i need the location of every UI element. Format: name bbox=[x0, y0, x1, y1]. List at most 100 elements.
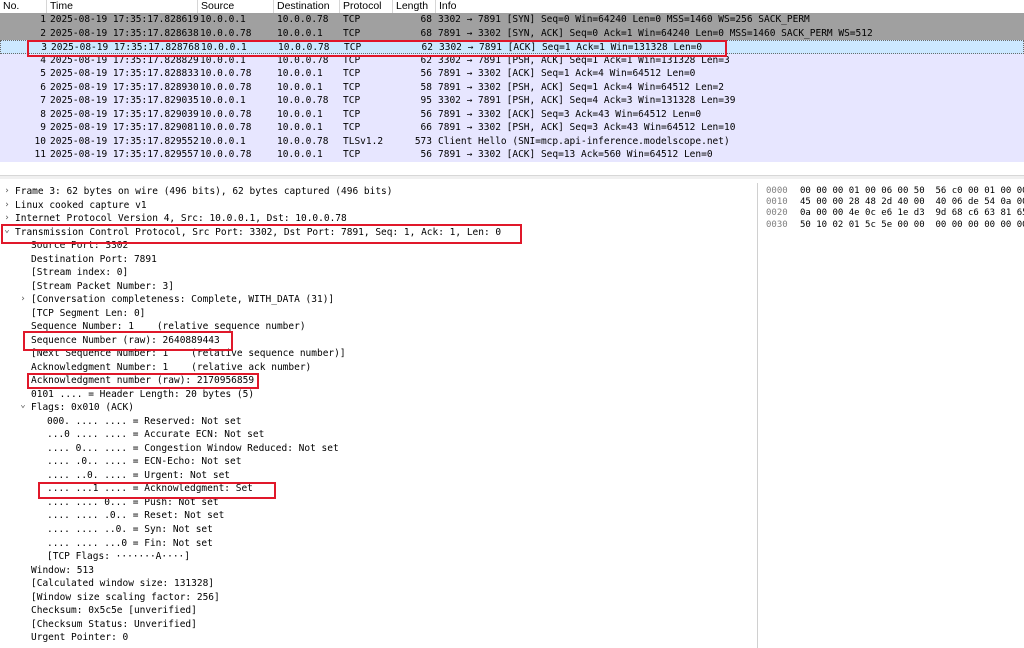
hex-offset: 0000 bbox=[766, 186, 788, 196]
column-header-no[interactable]: No. bbox=[0, 0, 47, 13]
detail-field[interactable]: [Stream index: 0] bbox=[31, 266, 128, 280]
detail-field[interactable]: Linux cooked capture v1 bbox=[15, 199, 147, 213]
packet-row[interactable]: 4 2025-08-19 17:35:17.828829 10.0.0.1 10.0.… bbox=[0, 53, 1024, 67]
detail-field[interactable]: [Conversation completeness: Complete, WI… bbox=[31, 293, 334, 307]
packet-destination: 10.0.0.1 bbox=[277, 81, 323, 93]
hex-bytes[interactable]: 45 00 00 28 48 2d 40 00 40 06 de 54 0a 0… bbox=[800, 197, 1024, 208]
packet-time: 2025-08-19 17:35:17.829035 bbox=[50, 95, 199, 106]
detail-field[interactable]: Destination Port: 7891 bbox=[31, 253, 157, 267]
packet-info: 3302 → 7891 [PSH, ACK] Seq=1 Ack=1 Win=1… bbox=[438, 54, 730, 66]
detail-field[interactable]: .... .... 0... = Push: Not set bbox=[47, 496, 219, 510]
pane-divider[interactable] bbox=[757, 183, 758, 648]
packet-bytes-pane[interactable]: 0000 00 00 00 01 00 06 00 50 56 c0 00 01 … bbox=[762, 183, 1024, 648]
packet-destination: 10.0.0.1 bbox=[277, 122, 323, 133]
packet-destination: 10.0.0.1 bbox=[277, 27, 323, 39]
packet-row[interactable]: 11 2025-08-19 17:35:17.829557 10.0.0.78 10.… bbox=[0, 148, 1024, 162]
packet-info: Client Hello (SNI=mcp.api-inference.mode… bbox=[438, 135, 730, 147]
detail-field[interactable]: 000. .... .... = Reserved: Not set bbox=[47, 415, 241, 429]
pane-splitter[interactable] bbox=[0, 175, 1024, 179]
packet-destination: 10.0.0.78 bbox=[277, 54, 329, 66]
detail-field[interactable]: [Checksum Status: Unverified] bbox=[31, 618, 197, 632]
detail-field[interactable]: .... ...1 .... = Acknowledgment: Set bbox=[47, 482, 253, 496]
column-header-time[interactable]: Time bbox=[47, 0, 198, 13]
column-header-destination[interactable]: Destination bbox=[274, 0, 340, 13]
packet-list-pane[interactable]: No. Time Source Destination Protocol Len… bbox=[0, 0, 1024, 168]
detail-field[interactable]: Sequence Number: 1 (relative sequence nu… bbox=[31, 320, 306, 334]
packet-row[interactable]: 1 2025-08-19 17:35:17.828619 10.0.0.1 10.0.… bbox=[0, 13, 1024, 27]
detail-field[interactable]: Source Port: 3302 bbox=[31, 239, 128, 253]
packet-row[interactable]: 5 2025-08-19 17:35:17.828833 10.0.0.78 10.0… bbox=[0, 67, 1024, 81]
detail-field[interactable]: Checksum: 0x5c5e [unverified] bbox=[31, 604, 197, 618]
packet-details-pane[interactable]: › Frame 3: 62 bytes on wire (496 bits), 6… bbox=[0, 183, 756, 648]
packet-row[interactable]: 6 2025-08-19 17:35:17.828930 10.0.0.78 10.0… bbox=[0, 80, 1024, 94]
detail-field[interactable]: [Stream Packet Number: 3] bbox=[31, 280, 174, 294]
packet-destination: 10.0.0.78 bbox=[277, 14, 329, 25]
packet-row[interactable]: 8 2025-08-19 17:35:17.829039 10.0.0.78 10.0… bbox=[0, 107, 1024, 121]
detail-field[interactable]: .... .... .0.. = Reset: Not set bbox=[47, 509, 224, 523]
packet-row[interactable]: 10 2025-08-19 17:35:17.829552 10.0.0.1 10.0… bbox=[0, 134, 1024, 148]
packet-row[interactable]: 7 2025-08-19 17:35:17.829035 10.0.0.1 10.0.… bbox=[0, 94, 1024, 108]
chevron-down-icon[interactable]: ⌄ bbox=[18, 401, 28, 411]
detail-field[interactable]: Acknowledgment number (raw): 2170956859 bbox=[31, 374, 254, 388]
detail-field[interactable]: [Calculated window size: 131328] bbox=[31, 577, 214, 591]
packet-source: 10.0.0.1 bbox=[200, 14, 246, 25]
column-header-length[interactable]: Length bbox=[393, 0, 436, 13]
detail-field[interactable]: [TCP Flags: ·······A····] bbox=[47, 550, 190, 564]
detail-field[interactable]: .... 0... .... = Congestion Window Reduc… bbox=[47, 442, 339, 456]
packet-destination: 10.0.0.78 bbox=[277, 95, 329, 106]
packet-number: 4 bbox=[40, 54, 46, 66]
packet-source: 10.0.0.1 bbox=[200, 135, 246, 147]
packet-info: 7891 → 3302 [ACK] Seq=1 Ack=4 Win=64512 … bbox=[438, 68, 696, 79]
chevron-right-icon[interactable]: › bbox=[2, 199, 12, 213]
hex-bytes[interactable]: 00 00 00 01 00 06 00 50 56 c0 00 01 00 0… bbox=[800, 186, 1024, 197]
detail-field[interactable]: 0101 .... = Header Length: 20 bytes (5) bbox=[31, 388, 254, 402]
packet-destination: 10.0.0.1 bbox=[277, 149, 323, 160]
packet-length: 62 bbox=[421, 42, 433, 53]
column-header-source[interactable]: Source bbox=[198, 0, 274, 13]
hex-offset: 0020 bbox=[766, 208, 788, 219]
detail-field[interactable]: [Next Sequence Number: 1 (relative seque… bbox=[31, 347, 346, 361]
chevron-down-icon[interactable]: ⌄ bbox=[2, 225, 12, 236]
hex-bytes[interactable]: 0a 00 00 4e 0c e6 1e d3 9d 68 c6 63 81 6… bbox=[800, 208, 1024, 219]
packet-source: 10.0.0.1 bbox=[201, 42, 247, 53]
packet-row[interactable]: 2 2025-08-19 17:35:17.828638 10.0.0.78 10.0… bbox=[0, 26, 1024, 40]
detail-field[interactable]: [Window size scaling factor: 256] bbox=[31, 591, 220, 605]
column-header-info[interactable]: Info bbox=[436, 0, 1024, 13]
packet-length: 58 bbox=[420, 81, 432, 93]
packet-length: 68 bbox=[420, 14, 432, 25]
column-header-protocol[interactable]: Protocol bbox=[340, 0, 393, 13]
detail-field[interactable]: Frame 3: 62 bytes on wire (496 bits), 62… bbox=[15, 185, 393, 199]
packet-number: 11 bbox=[34, 149, 46, 160]
detail-field[interactable]: Internet Protocol Version 4, Src: 10.0.0… bbox=[15, 212, 347, 226]
detail-field[interactable]: Transmission Control Protocol, Src Port:… bbox=[15, 226, 501, 240]
detail-field[interactable]: ...0 .... .... = Accurate ECN: Not set bbox=[47, 428, 264, 442]
detail-field[interactable]: Acknowledgment Number: 1 (relative ack n… bbox=[31, 361, 311, 375]
packet-length: 56 bbox=[420, 108, 432, 120]
detail-field[interactable]: Flags: 0x010 (ACK) bbox=[31, 401, 134, 415]
detail-field[interactable]: .... .0.. .... = ECN-Echo: Not set bbox=[47, 455, 241, 469]
packet-source: 10.0.0.78 bbox=[200, 68, 252, 79]
detail-field[interactable]: .... .... ..0. = Syn: Not set bbox=[47, 523, 213, 537]
hex-bytes[interactable]: 50 10 02 01 5c 5e 00 00 00 00 00 00 00 0… bbox=[800, 220, 1024, 231]
chevron-right-icon[interactable]: › bbox=[18, 293, 28, 307]
packet-time: 2025-08-19 17:35:17.828833 bbox=[50, 68, 199, 79]
packet-row[interactable]: 3 2025-08-19 17:35:17.828768 10.0.0.1 10.0.… bbox=[0, 40, 1024, 54]
detail-field[interactable]: .... .... ...0 = Fin: Not set bbox=[47, 537, 213, 551]
packet-number: 6 bbox=[40, 81, 46, 93]
chevron-right-icon[interactable]: › bbox=[2, 212, 12, 226]
detail-field[interactable]: .... ..0. .... = Urgent: Not set bbox=[47, 469, 230, 483]
detail-field[interactable]: Urgent Pointer: 0 bbox=[31, 631, 128, 645]
packet-destination: 10.0.0.78 bbox=[277, 135, 329, 147]
packet-row[interactable]: 9 2025-08-19 17:35:17.829081 10.0.0.78 10.0… bbox=[0, 121, 1024, 135]
packet-source: 10.0.0.78 bbox=[200, 149, 252, 160]
chevron-right-icon[interactable]: › bbox=[2, 185, 12, 199]
packet-destination: 10.0.0.1 bbox=[277, 68, 323, 79]
packet-source: 10.0.0.78 bbox=[200, 27, 252, 39]
packet-protocol: TLSv1.2 bbox=[343, 135, 384, 147]
detail-field[interactable]: Window: 513 bbox=[31, 564, 94, 578]
packet-time: 2025-08-19 17:35:17.828829 bbox=[50, 54, 199, 66]
detail-field[interactable]: [TCP Segment Len: 0] bbox=[31, 307, 145, 321]
packet-info: 7891 → 3302 [PSH, ACK] Seq=1 Ack=4 Win=6… bbox=[438, 81, 724, 93]
packet-protocol: TCP bbox=[343, 27, 361, 39]
detail-field[interactable]: Sequence Number (raw): 2640889443 bbox=[31, 334, 220, 348]
